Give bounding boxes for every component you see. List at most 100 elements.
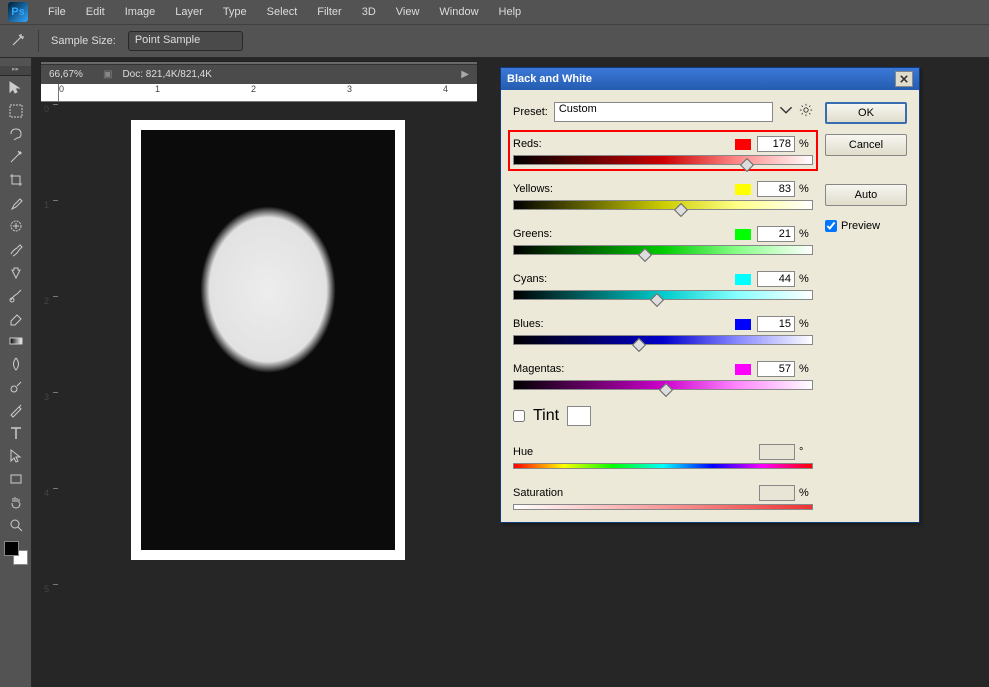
path-select-tool[interactable]	[3, 445, 29, 467]
sample-size-select[interactable]: Point Sample	[128, 31, 243, 51]
menu-3d[interactable]: 3D	[352, 3, 386, 21]
color-slider[interactable]	[513, 245, 813, 255]
color-row-cyans: Cyans:%	[513, 271, 813, 300]
tint-label: Tint	[533, 407, 559, 425]
color-swatch-icon	[735, 319, 751, 330]
ruler-tick: 0	[59, 84, 64, 94]
zoom-level[interactable]: 66,67%	[49, 69, 93, 80]
menu-type[interactable]: Type	[213, 3, 257, 21]
color-slider[interactable]	[513, 380, 813, 390]
preview-checkbox[interactable]	[825, 220, 837, 232]
hand-tool[interactable]	[3, 491, 29, 513]
color-label: Greens:	[513, 228, 735, 240]
hue-input[interactable]	[759, 444, 795, 460]
horizontal-ruler[interactable]: 01234	[59, 84, 477, 102]
menu-window[interactable]: Window	[429, 3, 488, 21]
history-brush-tool[interactable]	[3, 284, 29, 306]
healing-tool[interactable]	[3, 215, 29, 237]
color-swatches[interactable]	[4, 541, 28, 565]
ruler-tick: 3	[347, 84, 352, 94]
panel-collapse-grip[interactable]: ▸▸	[0, 66, 31, 76]
saturation-unit: %	[799, 487, 813, 499]
color-row-magentas: Magentas:%	[513, 361, 813, 390]
cancel-button[interactable]: Cancel	[825, 134, 907, 156]
pen-tool[interactable]	[3, 399, 29, 421]
ok-button[interactable]: OK	[825, 102, 907, 124]
preset-dropdown-icon[interactable]	[779, 103, 793, 122]
brush-tool[interactable]	[3, 238, 29, 260]
tint-color-swatch[interactable]	[567, 406, 591, 426]
menu-edit[interactable]: Edit	[76, 3, 115, 21]
preset-label: Preset:	[513, 106, 548, 118]
tint-row: Tint	[513, 406, 813, 426]
lasso-tool[interactable]	[3, 123, 29, 145]
preset-select[interactable]: Custom	[554, 102, 773, 122]
canvas-viewport[interactable]	[59, 102, 477, 630]
color-row-reds: Reds:%	[511, 133, 815, 168]
ruler-origin[interactable]	[41, 84, 59, 102]
menu-layer[interactable]: Layer	[165, 3, 213, 21]
move-tool[interactable]	[3, 77, 29, 99]
color-value-input[interactable]	[757, 316, 795, 332]
magic-wand-tool[interactable]	[3, 146, 29, 168]
menu-bar: Ps FileEditImageLayerTypeSelectFilter3DV…	[0, 0, 989, 24]
dialog-close-button[interactable]	[895, 71, 913, 87]
color-slider[interactable]	[513, 335, 813, 345]
document-size[interactable]: Doc: 821,4K/821,4K	[122, 69, 451, 80]
gradient-tool[interactable]	[3, 330, 29, 352]
color-swatch-icon	[735, 229, 751, 240]
color-value-input[interactable]	[757, 361, 795, 377]
color-label: Reds:	[513, 138, 735, 150]
status-more-icon[interactable]: ▶	[461, 69, 469, 80]
preset-menu-gear-icon[interactable]	[799, 103, 813, 122]
menu-filter[interactable]: Filter	[307, 3, 351, 21]
color-swatch-icon	[735, 139, 751, 150]
percent-label: %	[799, 363, 813, 375]
blur-tool[interactable]	[3, 353, 29, 375]
dialog-title: Black and White	[507, 73, 895, 85]
saturation-slider[interactable]	[513, 504, 813, 510]
color-swatch-icon	[735, 184, 751, 195]
percent-label: %	[799, 138, 813, 150]
color-row-greens: Greens:%	[513, 226, 813, 255]
dodge-tool[interactable]	[3, 376, 29, 398]
percent-label: %	[799, 183, 813, 195]
crop-tool[interactable]	[3, 169, 29, 191]
menu-file[interactable]: File	[38, 3, 76, 21]
image-canvas[interactable]	[131, 120, 405, 560]
status-segment-icon[interactable]: ▣	[103, 69, 112, 80]
foreground-color-swatch[interactable]	[4, 541, 19, 556]
color-slider[interactable]	[513, 200, 813, 210]
color-value-input[interactable]	[757, 181, 795, 197]
menu-view[interactable]: View	[386, 3, 430, 21]
color-swatch-icon	[735, 364, 751, 375]
separator	[38, 30, 39, 52]
tint-checkbox[interactable]	[513, 410, 525, 422]
dialog-titlebar[interactable]: Black and White	[501, 68, 919, 90]
rectangle-tool[interactable]	[3, 468, 29, 490]
preview-row: Preview	[825, 220, 907, 232]
menu-help[interactable]: Help	[489, 3, 532, 21]
ruler-tick: 3	[44, 392, 49, 402]
tools-panel: ▸▸	[0, 58, 32, 687]
menu-image[interactable]: Image	[115, 3, 166, 21]
ruler-tick: 0	[44, 104, 49, 114]
type-tool[interactable]	[3, 422, 29, 444]
app-logo: Ps	[8, 2, 28, 22]
hue-slider[interactable]	[513, 463, 813, 469]
marquee-tool[interactable]	[3, 100, 29, 122]
saturation-input[interactable]	[759, 485, 795, 501]
color-value-input[interactable]	[757, 226, 795, 242]
zoom-tool[interactable]	[3, 514, 29, 536]
eraser-tool[interactable]	[3, 307, 29, 329]
color-slider[interactable]	[513, 155, 813, 165]
eyedropper-tool[interactable]	[3, 192, 29, 214]
ruler-tick: 4	[44, 488, 49, 498]
percent-label: %	[799, 318, 813, 330]
color-value-input[interactable]	[757, 271, 795, 287]
auto-button[interactable]: Auto	[825, 184, 907, 206]
menu-select[interactable]: Select	[257, 3, 308, 21]
color-value-input[interactable]	[757, 136, 795, 152]
clone-tool[interactable]	[3, 261, 29, 283]
color-slider[interactable]	[513, 290, 813, 300]
